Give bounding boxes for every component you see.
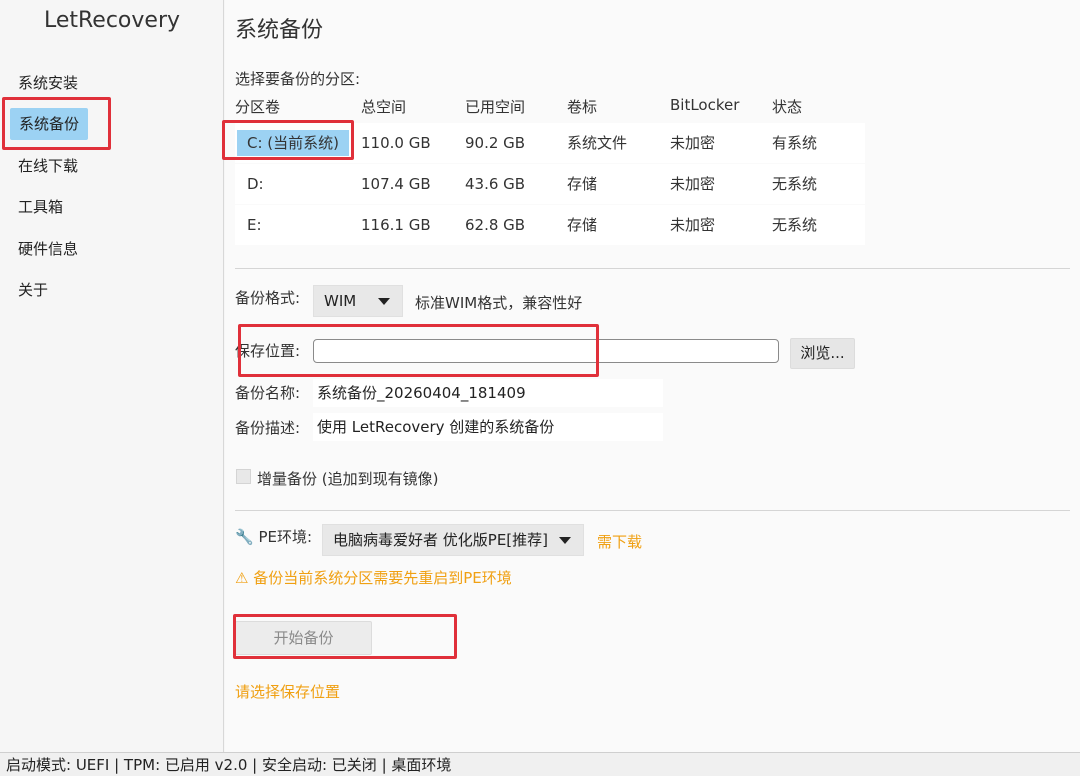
backup-desc-input[interactable]: 使用 LetRecovery 创建的系统备份: [313, 413, 663, 441]
chevron-down-icon: [378, 298, 390, 305]
cell-status: 无系统: [772, 216, 818, 234]
page-title: 系统备份: [235, 18, 324, 43]
partition-prompt: 选择要备份的分区:: [235, 70, 361, 88]
cell-bitlocker: 未加密: [670, 216, 716, 234]
column-header-label: 卷标: [567, 98, 598, 116]
format-select-value: WIM: [324, 292, 357, 310]
cell-total: 110.0 GB: [361, 134, 431, 152]
column-header-status: 状态: [772, 98, 803, 116]
column-header-used: 已用空间: [465, 98, 526, 116]
cell-status: 有系统: [772, 134, 818, 152]
cell-used: 43.6 GB: [465, 175, 526, 193]
table-row[interactable]: C: (当前系统) 110.0 GB 90.2 GB 系统文件 未加密 有系统: [235, 123, 865, 163]
format-description: 标准WIM格式，兼容性好: [415, 294, 583, 312]
table-row[interactable]: D: 107.4 GB 43.6 GB 存储 未加密 无系统: [235, 164, 865, 204]
backup-name-input[interactable]: 系统备份_20260404_181409: [313, 379, 663, 407]
cell-bitlocker: 未加密: [670, 134, 716, 152]
pe-download-link[interactable]: 需下载: [597, 531, 642, 552]
divider: [235, 268, 1070, 269]
cell-used: 62.8 GB: [465, 216, 526, 234]
cell-status: 无系统: [772, 175, 818, 193]
column-header-total: 总空间: [361, 98, 407, 116]
divider: [235, 510, 1070, 511]
incremental-label[interactable]: 增量备份 (追加到现有镜像): [257, 468, 438, 489]
cell-total: 116.1 GB: [361, 216, 431, 234]
cell-label: 存储: [567, 216, 598, 234]
backup-name-label: 备份名称:: [235, 384, 301, 402]
sidebar: LetRecovery 系统安装 系统备份 在线下载 工具箱 硬件信息 关于: [0, 0, 224, 752]
sidebar-item-online-download[interactable]: 在线下载: [18, 152, 78, 180]
browse-button[interactable]: 浏览...: [790, 338, 855, 369]
status-bar: 启动模式: UEFI | TPM: 已启用 v2.0 | 安全启动: 已关闭 |…: [0, 752, 1080, 776]
cell-volume[interactable]: D:: [247, 164, 264, 204]
pe-select-value: 电脑病毒爱好者 优化版PE[推荐]: [333, 531, 548, 549]
sidebar-item-toolbox[interactable]: 工具箱: [18, 193, 63, 221]
pe-label: PE环境:: [258, 528, 313, 546]
sidebar-item-system-backup[interactable]: 系统备份: [10, 108, 89, 140]
cell-label: 存储: [567, 175, 598, 193]
hint-text: 请选择保存位置: [235, 683, 341, 701]
cell-volume[interactable]: E:: [247, 205, 262, 245]
start-backup-button[interactable]: 开始备份: [235, 621, 372, 655]
sidebar-item-about[interactable]: 关于: [18, 276, 48, 304]
sidebar-item-system-install[interactable]: 系统安装: [18, 69, 78, 97]
save-location-input[interactable]: [313, 339, 779, 363]
pe-warning: ⚠ 备份当前系统分区需要先重启到PE环境: [235, 569, 512, 587]
column-header-volume: 分区卷: [235, 98, 281, 116]
cell-label: 系统文件: [567, 134, 628, 152]
cell-bitlocker: 未加密: [670, 175, 716, 193]
format-label: 备份格式:: [235, 289, 301, 307]
sidebar-item-hardware-info[interactable]: 硬件信息: [18, 235, 78, 263]
chevron-down-icon: [559, 537, 571, 544]
cell-total: 107.4 GB: [361, 175, 431, 193]
cell-used: 90.2 GB: [465, 134, 526, 152]
wrench-icon: 🔧: [235, 528, 254, 546]
backup-desc-label: 备份描述:: [235, 419, 301, 437]
save-location-label: 保存位置:: [235, 342, 301, 360]
table-row[interactable]: E: 116.1 GB 62.8 GB 存储 未加密 无系统: [235, 205, 865, 245]
cell-volume[interactable]: C: (当前系统): [237, 130, 349, 156]
pe-select[interactable]: 电脑病毒爱好者 优化版PE[推荐]: [322, 524, 584, 556]
main-panel: 系统备份 选择要备份的分区: 分区卷 总空间 已用空间 卷标 BitLocker…: [225, 0, 1080, 752]
partition-table-header: 分区卷 总空间 已用空间 卷标 BitLocker 状态: [235, 96, 865, 120]
column-header-bitlocker: BitLocker: [670, 96, 740, 114]
app-title: LetRecovery: [43, 8, 181, 33]
pe-label-group: 🔧 PE环境:: [235, 526, 312, 547]
incremental-checkbox[interactable]: [236, 469, 251, 484]
format-select[interactable]: WIM: [313, 285, 403, 317]
